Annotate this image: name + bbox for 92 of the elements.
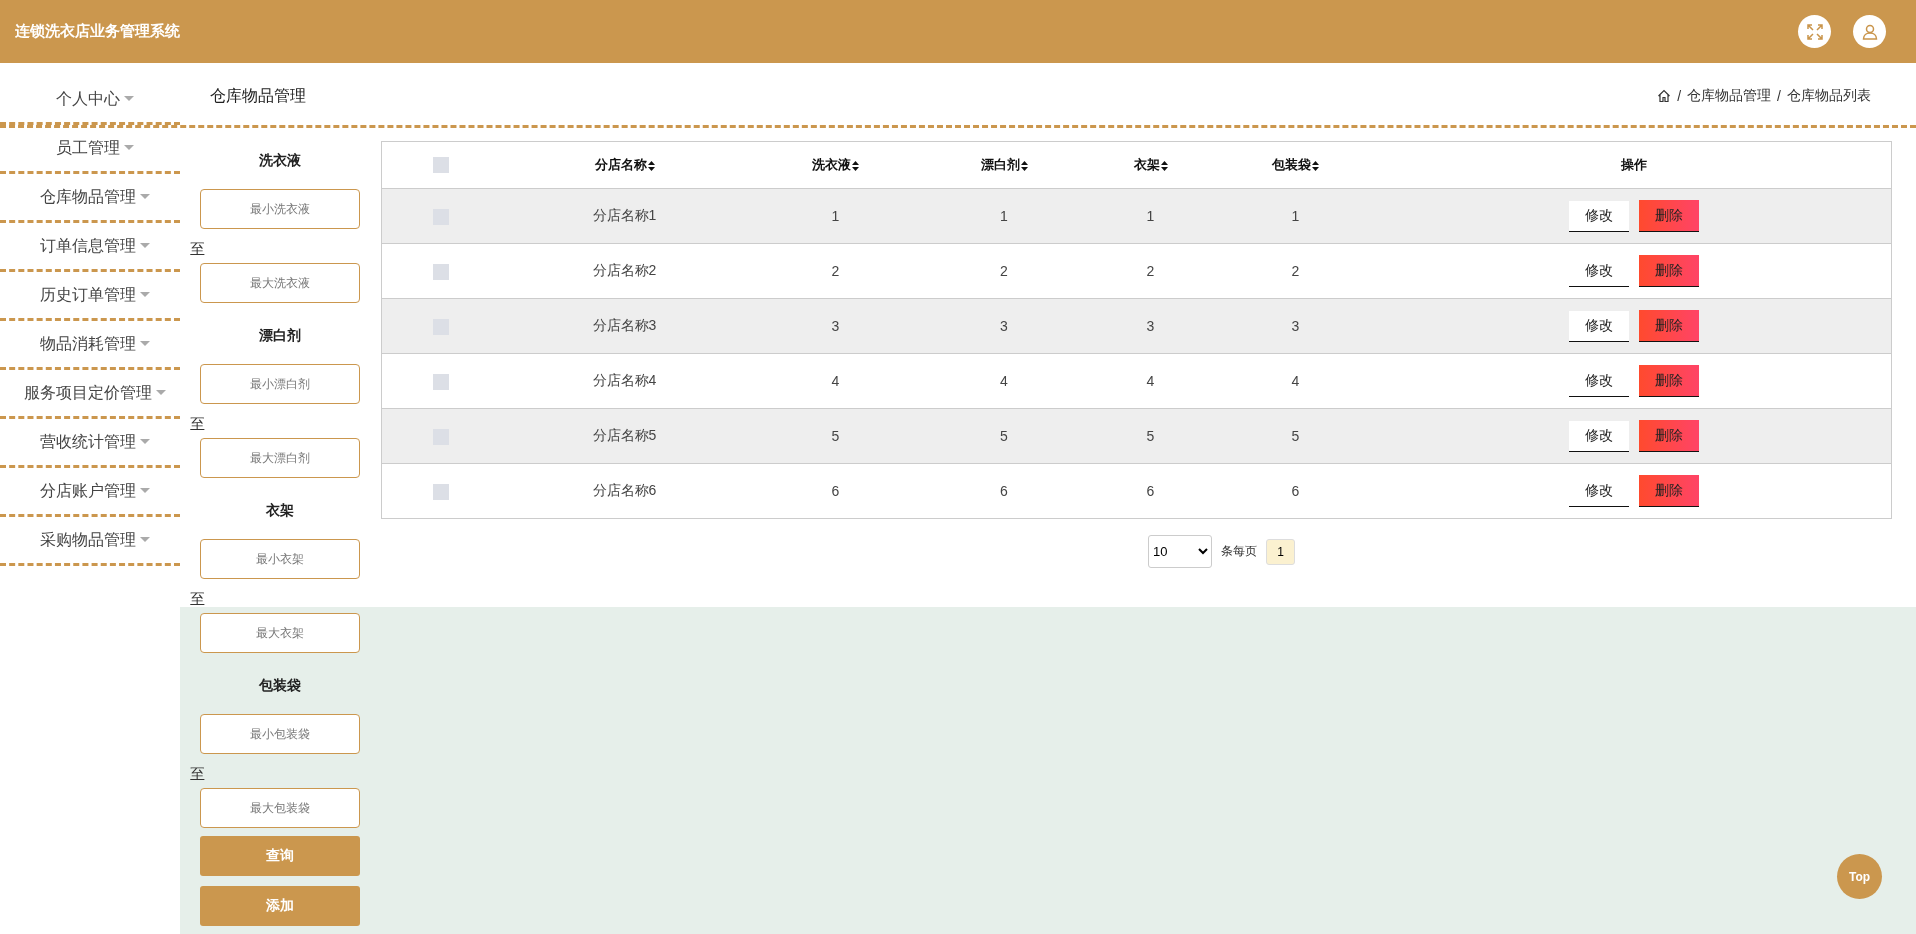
breadcrumb-separator: / xyxy=(1777,88,1781,104)
table-cell: 4 xyxy=(1146,373,1155,389)
table-cell: 3 xyxy=(1146,318,1155,334)
caret-icon xyxy=(140,537,150,543)
table-cell: 分店名称2 xyxy=(592,262,657,278)
range-to-label: 至 xyxy=(190,589,205,609)
row-checkbox[interactable] xyxy=(432,483,449,500)
column-header[interactable]: 洗衣液 xyxy=(812,157,851,172)
caret-icon xyxy=(140,292,150,298)
per-page-label: 条每页 xyxy=(1221,543,1257,560)
column-header[interactable]: 包装袋 xyxy=(1272,157,1311,172)
caret-icon xyxy=(124,145,134,151)
caret-icon xyxy=(124,96,134,102)
breadcrumb-link[interactable]: 仓库物品管理 xyxy=(1687,87,1772,105)
max-input-field[interactable]: 最大漂白剂 xyxy=(200,438,360,478)
min-input-field[interactable]: 最小漂白剂 xyxy=(200,364,360,404)
max-input-field[interactable]: 最大洗衣液 xyxy=(200,263,360,303)
table-cell: 分店名称6 xyxy=(592,482,657,498)
table-cell: 分店名称4 xyxy=(592,372,657,388)
home-icon[interactable] xyxy=(1657,89,1672,103)
column-header[interactable]: 衣架 xyxy=(1133,157,1160,172)
caret-icon xyxy=(140,243,150,249)
table-cell: 6 xyxy=(1146,483,1155,499)
table-cell: 2 xyxy=(1000,263,1008,279)
select-all-checkbox[interactable] xyxy=(432,157,449,174)
sort-icon[interactable] xyxy=(1020,160,1028,171)
table-cell: 2 xyxy=(1146,263,1155,279)
sort-icon[interactable] xyxy=(1312,160,1319,171)
app-title: 连锁洗衣店业务管理系统 xyxy=(15,22,180,41)
range-to-label: 至 xyxy=(190,764,205,784)
table-cell: 4 xyxy=(1291,373,1300,389)
filter-label: 漂白剂 xyxy=(259,326,301,345)
table-cell: 2 xyxy=(1291,263,1300,279)
table-cell: 分店名称1 xyxy=(592,207,657,223)
min-input-field[interactable]: 最小洗衣液 xyxy=(200,189,360,229)
table-cell: 6 xyxy=(1291,483,1300,499)
table-cell: 分店名称5 xyxy=(592,427,657,443)
caret-icon xyxy=(140,341,150,347)
delete-button[interactable]: 删除 xyxy=(1638,310,1699,342)
table-cell: 5 xyxy=(1291,428,1300,444)
table-cell: 4 xyxy=(1000,373,1008,389)
page-title: 仓库物品管理 xyxy=(210,85,306,106)
table-cell: 6 xyxy=(1000,483,1008,499)
min-input-field[interactable]: 最小包装袋 xyxy=(200,714,360,754)
edit-button[interactable]: 修改 xyxy=(1568,310,1629,342)
fullscreen-icon[interactable] xyxy=(1798,15,1831,48)
delete-button[interactable]: 删除 xyxy=(1638,365,1699,397)
delete-button[interactable]: 删除 xyxy=(1638,475,1699,507)
table-cell: 1 xyxy=(831,208,840,224)
table-cell: 5 xyxy=(1146,428,1155,444)
user-icon[interactable] xyxy=(1853,15,1886,48)
table-cell: 2 xyxy=(831,263,840,279)
table-cell: 3 xyxy=(831,318,840,334)
table-cell: 4 xyxy=(831,373,840,389)
column-header[interactable]: 漂白剂 xyxy=(980,157,1020,172)
breadcrumb-separator: / xyxy=(1677,88,1682,104)
table-cell: 分店名称3 xyxy=(592,317,657,333)
column-header[interactable]: 操作 xyxy=(1620,157,1647,172)
filter-label: 包装袋 xyxy=(259,676,301,695)
row-checkbox[interactable] xyxy=(432,373,449,390)
filter-label: 洗衣液 xyxy=(259,151,301,170)
sort-icon[interactable] xyxy=(852,160,859,171)
sort-icon[interactable] xyxy=(647,160,655,171)
max-input-field[interactable]: 最大包装袋 xyxy=(200,788,360,828)
edit-button[interactable]: 修改 xyxy=(1568,420,1629,452)
page-number-button[interactable]: 1 xyxy=(1266,538,1295,565)
table-cell: 1 xyxy=(1291,208,1300,224)
caret-icon xyxy=(156,390,166,396)
table-cell: 1 xyxy=(1000,208,1008,224)
min-input-field[interactable]: 最小衣架 xyxy=(200,539,360,579)
column-header[interactable]: 分店名称 xyxy=(594,157,647,172)
page-size-select[interactable]: 10 xyxy=(1148,535,1212,568)
caret-icon xyxy=(140,488,150,494)
caret-icon xyxy=(140,439,150,445)
filter-label: 衣架 xyxy=(266,501,294,520)
row-checkbox[interactable] xyxy=(432,263,449,280)
table-cell: 5 xyxy=(831,428,840,444)
table-cell: 3 xyxy=(1000,318,1008,334)
edit-button[interactable]: 修改 xyxy=(1568,200,1629,232)
sort-icon[interactable] xyxy=(1160,160,1168,171)
caret-icon xyxy=(140,194,150,200)
table-cell: 6 xyxy=(831,483,840,499)
table-cell: 1 xyxy=(1146,208,1155,224)
range-to-label: 至 xyxy=(190,239,205,259)
delete-button[interactable]: 删除 xyxy=(1638,200,1699,232)
table-cell: 5 xyxy=(1000,428,1008,444)
delete-button[interactable]: 删除 xyxy=(1638,420,1699,452)
breadcrumb-link[interactable]: 仓库物品列表 xyxy=(1787,87,1871,105)
delete-button[interactable]: 删除 xyxy=(1638,255,1699,287)
table-cell: 3 xyxy=(1291,318,1300,334)
max-input-field[interactable]: 最大衣架 xyxy=(200,613,360,653)
range-to-label: 至 xyxy=(190,414,205,434)
